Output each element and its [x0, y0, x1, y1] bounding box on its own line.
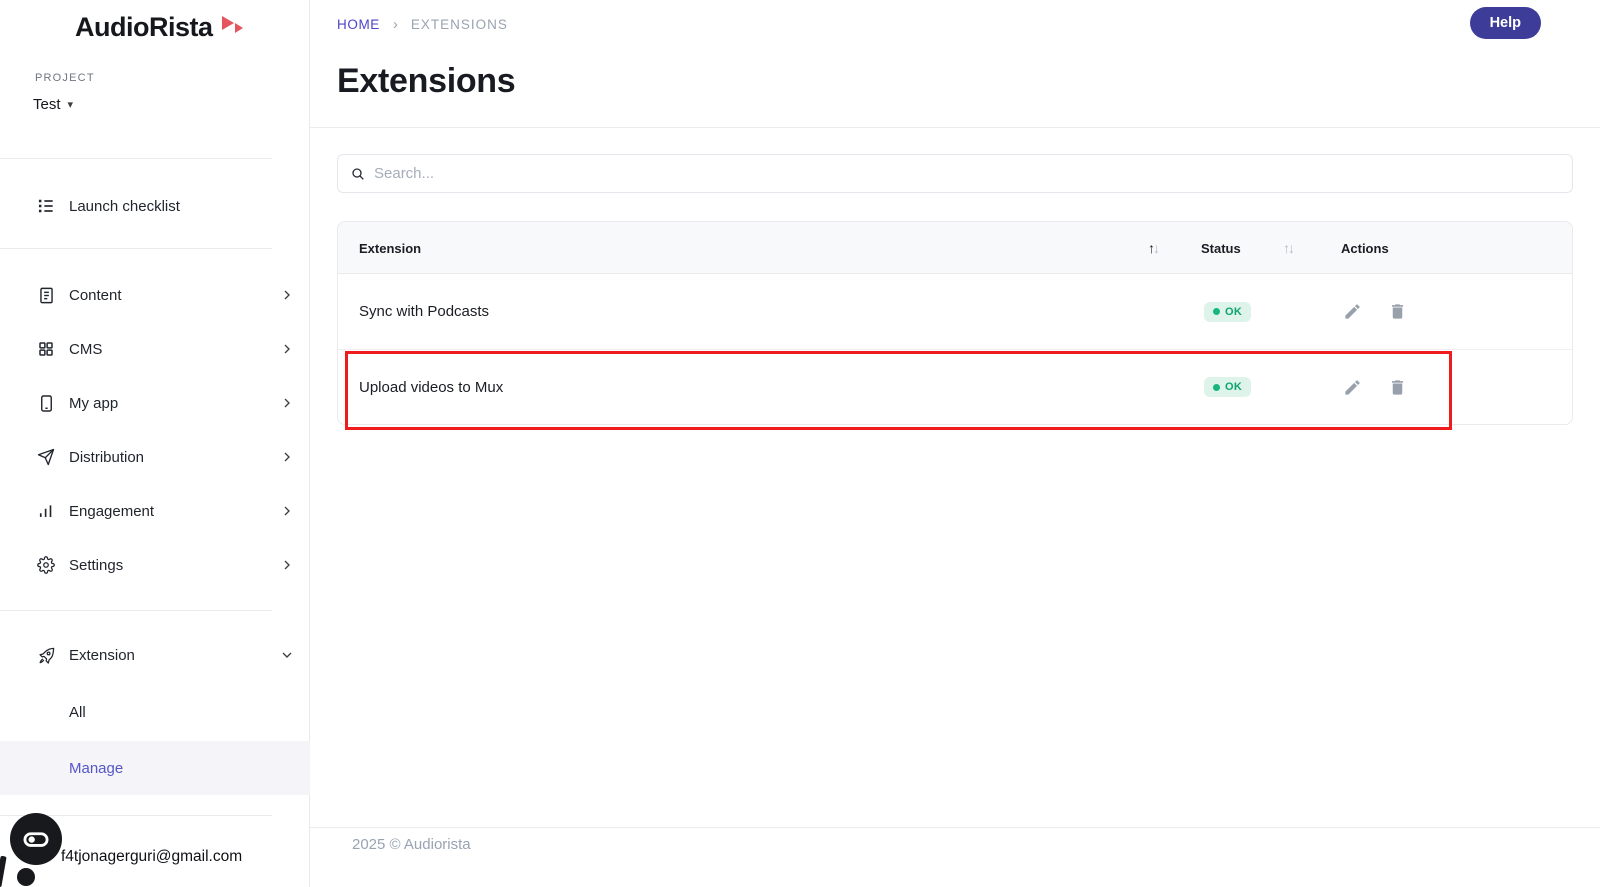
caret-down-icon: ▾: [67, 99, 74, 111]
sidebar-subitem-manage[interactable]: Manage: [0, 741, 310, 795]
user-avatar[interactable]: [10, 813, 62, 865]
column-header-status: Status: [1201, 240, 1241, 256]
status-dot-icon: [1213, 383, 1220, 391]
edit-button[interactable]: [1343, 377, 1363, 397]
sidebar-item-launch-checklist[interactable]: Launch checklist: [0, 179, 310, 233]
edit-button[interactable]: [1343, 302, 1363, 322]
sidebar-item-content[interactable]: Content: [0, 268, 310, 322]
table-row: Sync with Podcasts OK: [338, 274, 1572, 349]
sidebar-item-label: Launch checklist: [69, 197, 180, 215]
sidebar-item-settings[interactable]: Settings: [0, 538, 310, 592]
divider: [310, 827, 1600, 828]
bar-chart-icon: [36, 501, 56, 521]
breadcrumb: HOME › EXTENSIONS: [337, 16, 508, 33]
app-window: AudioRista PROJECT Test ▾ Launch checkli…: [0, 0, 1600, 887]
sort-icon-status[interactable]: ↑ ↓: [1283, 222, 1295, 274]
divider: [0, 158, 272, 159]
sidebar: AudioRista PROJECT Test ▾ Launch checkli…: [0, 0, 310, 887]
delete-button[interactable]: [1388, 377, 1408, 397]
help-button[interactable]: Help: [1469, 7, 1541, 39]
document-icon: [36, 285, 56, 305]
column-header-extension: Extension: [359, 240, 422, 256]
search-box: [337, 154, 1573, 193]
send-icon: [36, 447, 56, 467]
chevron-right-icon: [279, 557, 295, 573]
search-icon: [350, 166, 366, 182]
chevron-right-icon: [279, 341, 295, 357]
status-badge: OK: [1204, 377, 1252, 397]
delete-button[interactable]: [1388, 302, 1408, 322]
extension-name: Sync with Podcasts: [359, 303, 490, 320]
grid-icon: [36, 339, 56, 359]
sidebar-item-label: CMS: [69, 340, 103, 358]
chevron-right-icon: [279, 395, 295, 411]
sidebar-item-my-app[interactable]: My app: [0, 376, 310, 430]
user-email[interactable]: f4tjonagerguri@gmail.com: [61, 848, 242, 866]
search-input[interactable]: [374, 165, 1560, 182]
project-label: PROJECT: [35, 72, 95, 84]
app-logo: AudioRista: [75, 12, 213, 42]
breadcrumb-current: EXTENSIONS: [410, 17, 508, 32]
project-value: Test: [33, 96, 61, 113]
status-text: OK: [1225, 305, 1243, 318]
project-selector[interactable]: Test ▾: [33, 96, 73, 113]
footer-copyright: 2025 © Audiorista: [352, 836, 471, 853]
table-row: Upload videos to Mux OK: [338, 349, 1572, 424]
chevron-down-icon: [279, 647, 295, 663]
sort-icon-extension[interactable]: ↑ ↓: [1148, 222, 1160, 274]
sidebar-item-label: Content: [69, 286, 122, 304]
column-header-actions: Actions: [1341, 240, 1389, 256]
breadcrumb-separator-icon: ›: [392, 16, 398, 33]
sidebar-item-label: Distribution: [69, 448, 145, 466]
sidebar-item-label: All: [69, 703, 86, 721]
main-content: HOME › EXTENSIONS Help Extensions Extens…: [310, 0, 1600, 887]
chevron-right-icon: [279, 503, 295, 519]
divider: [0, 248, 272, 249]
table-header: Extension ↑ ↓ Status ↑ ↓ Actions: [338, 222, 1572, 274]
logo-play-icon: [222, 16, 234, 30]
extension-name: Upload videos to Mux: [359, 378, 504, 396]
rocket-icon: [36, 645, 56, 665]
sidebar-item-extension[interactable]: Extension: [0, 628, 310, 682]
sidebar-item-cms[interactable]: CMS: [0, 322, 310, 376]
status-badge: OK: [1204, 301, 1252, 322]
sidebar-item-distribution[interactable]: Distribution: [0, 430, 310, 484]
status-text: OK: [1225, 381, 1243, 393]
avatar-tail-shape: [17, 868, 35, 886]
status-dot-icon: [1213, 308, 1220, 315]
sidebar-item-engagement[interactable]: Engagement: [0, 484, 310, 538]
chevron-right-icon: [279, 287, 295, 303]
divider: [310, 127, 1600, 128]
checklist-icon: [36, 196, 56, 216]
sidebar-item-label: Extension: [69, 646, 135, 664]
chevron-right-icon: [279, 449, 295, 465]
extensions-table: Extension ↑ ↓ Status ↑ ↓ Actions Sync with…: [337, 221, 1573, 425]
smartphone-icon: [36, 393, 56, 413]
sidebar-item-label: Settings: [69, 556, 124, 574]
page-title: Extensions: [337, 62, 516, 100]
logo-play-small-icon: [235, 23, 243, 33]
sidebar-item-label: My app: [69, 394, 119, 412]
toggle-icon: [22, 825, 50, 853]
sidebar-item-label: Engagement: [69, 502, 155, 520]
divider: [0, 610, 272, 611]
breadcrumb-home-link[interactable]: HOME: [337, 17, 380, 32]
sidebar-subitem-all[interactable]: All: [0, 685, 310, 739]
widget-edge-shape: [0, 855, 7, 887]
gear-icon: [36, 555, 56, 575]
sidebar-item-label: Manage: [69, 759, 124, 777]
